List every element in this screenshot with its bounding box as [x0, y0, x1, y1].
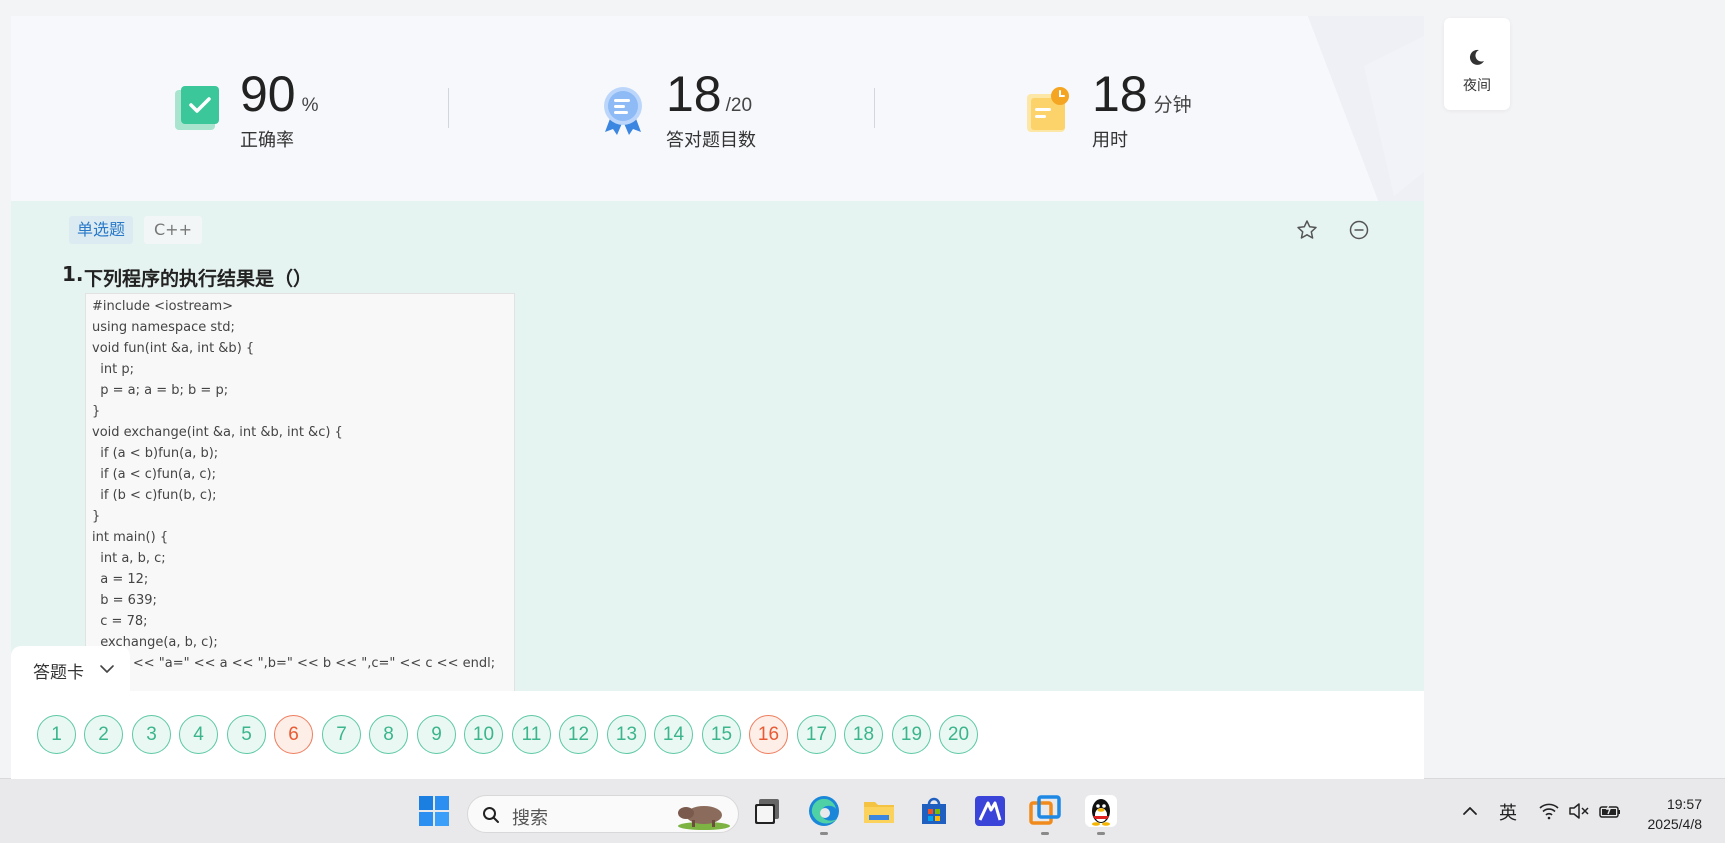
code-line: if (a < b)fun(a, b); — [92, 446, 219, 461]
code-line: } — [92, 404, 101, 419]
background-decoration — [1307, 16, 1424, 201]
code-line: int a, b, c; — [92, 551, 166, 566]
clock-note-icon — [1027, 87, 1069, 132]
remove-circle-icon[interactable] — [1347, 218, 1371, 242]
clock-date: 2025/4/8 — [1647, 816, 1703, 832]
answer-card-item[interactable]: 9 — [417, 715, 456, 754]
favorite-star-icon[interactable] — [1295, 218, 1319, 242]
question-type-tag: 单选题 — [69, 216, 134, 244]
question-panel: 单选题 C++ 1. 下列程序的执行结果是（） #include <iostre… — [11, 201, 1424, 691]
question-title: 下列程序的执行结果是（） — [84, 268, 313, 290]
code-line: if (b < c)fun(b, c); — [92, 488, 217, 503]
answer-card-item[interactable]: 19 — [892, 715, 931, 754]
code-line: #include <iostream> — [92, 299, 234, 314]
designer-app-icon[interactable] — [972, 793, 1008, 829]
chevron-up-icon[interactable] — [1460, 803, 1480, 819]
code-line: exchange(a, b, c); — [92, 635, 218, 650]
battery-charging-icon[interactable] — [1598, 802, 1622, 820]
code-line: int main() { — [92, 530, 169, 545]
time-used-caption: 用时 — [1092, 130, 1128, 151]
page-scrollbar[interactable] — [1718, 0, 1725, 778]
answer-card-item[interactable]: 8 — [369, 715, 408, 754]
answer-card-item[interactable]: 11 — [512, 715, 551, 754]
wifi-icon[interactable] — [1538, 802, 1560, 820]
moon-icon — [1469, 49, 1484, 65]
taskbar-app-vm[interactable] — [1027, 793, 1063, 835]
code-line: c = 78; — [92, 614, 148, 629]
code-line: void exchange(int &a, int &b, int &c) { — [92, 425, 343, 440]
answer-card-item[interactable]: 16 — [749, 715, 788, 754]
task-view-icon[interactable] — [750, 793, 786, 829]
result-summary-card: 90% 正确率 18/20 答对题目数 18 分钟 用时 — [11, 16, 1424, 201]
code-line: a = 12; — [92, 572, 149, 587]
code-line: if (a < c)fun(a, c); — [92, 467, 216, 482]
answer-card-item[interactable]: 12 — [559, 715, 598, 754]
question-number: 1. — [62, 262, 84, 286]
windows-taskbar: 搜索 英 19:57 2025/4/8 — [0, 778, 1725, 843]
language-tag: C++ — [144, 216, 202, 244]
answer-card-item[interactable]: 1 — [37, 715, 76, 754]
night-mode-button[interactable]: 夜间 — [1444, 18, 1510, 110]
answer-card-item[interactable]: 6 — [274, 715, 313, 754]
answer-card-item[interactable]: 2 — [84, 715, 123, 754]
file-explorer-icon[interactable] — [861, 793, 897, 829]
code-line: } — [92, 509, 101, 524]
search-icon — [483, 807, 499, 823]
correct-count-caption: 答对题目数 — [666, 130, 756, 151]
answer-card-item[interactable]: 18 — [844, 715, 883, 754]
answer-card-panel: 1 2 3 4 5 6 7 8 9 10 11 12 13 14 15 16 1… — [11, 691, 1424, 779]
code-line: using namespace std; — [92, 320, 235, 335]
microsoft-store-icon[interactable] — [916, 793, 952, 829]
qq-penguin-icon — [1085, 795, 1117, 827]
code-line: b = 639; — [92, 593, 157, 608]
virtual-machine-icon — [1029, 795, 1061, 825]
answer-card-item[interactable]: 3 — [132, 715, 171, 754]
answer-card-item[interactable]: 17 — [797, 715, 836, 754]
check-shield-icon — [175, 86, 219, 130]
taskbar-app-qq[interactable] — [1083, 793, 1119, 835]
answer-card-item[interactable]: 10 — [464, 715, 503, 754]
running-indicator — [1097, 832, 1105, 835]
code-line: p = a; a = b; b = p; — [92, 383, 229, 398]
chevron-down-icon — [100, 665, 114, 673]
answer-card-item[interactable]: 15 — [702, 715, 741, 754]
taskbar-search[interactable]: 搜索 — [467, 795, 739, 833]
code-line: int p; — [92, 362, 134, 377]
search-placeholder: 搜索 — [512, 808, 548, 829]
answer-card-item[interactable]: 20 — [939, 715, 978, 754]
answer-card-item[interactable]: 14 — [654, 715, 693, 754]
code-block: #include <iostream> using namespace std;… — [85, 293, 515, 691]
answer-card-item[interactable]: 4 — [179, 715, 218, 754]
input-method-indicator[interactable]: 英 — [1499, 799, 1517, 825]
running-indicator — [820, 832, 828, 835]
night-mode-label: 夜间 — [1463, 78, 1491, 94]
code-line: cout << "a=" << a << ",b=" << b << ",c="… — [92, 656, 496, 671]
volume-muted-icon[interactable] — [1568, 802, 1590, 820]
clock-time: 19:57 — [1666, 796, 1702, 812]
accuracy-caption: 正确率 — [240, 130, 294, 151]
divider — [874, 88, 875, 128]
award-ribbon-icon — [604, 87, 642, 135]
answer-card-item[interactable]: 13 — [607, 715, 646, 754]
running-indicator — [1041, 832, 1049, 835]
answer-card-toggle[interactable]: 答题卡 — [11, 646, 130, 691]
search-highlight-image — [678, 806, 730, 830]
taskbar-app-edge[interactable] — [806, 793, 842, 835]
windows-start-icon[interactable] — [416, 793, 452, 829]
system-clock[interactable]: 19:57 2025/4/8 — [1640, 794, 1703, 834]
code-line: void fun(int &a, int &b) { — [92, 341, 255, 356]
answer-card-item[interactable]: 5 — [227, 715, 266, 754]
edge-browser-icon — [809, 796, 839, 826]
divider — [448, 88, 449, 128]
answer-card-label: 答题卡 — [33, 663, 84, 683]
answer-card-item[interactable]: 7 — [322, 715, 361, 754]
